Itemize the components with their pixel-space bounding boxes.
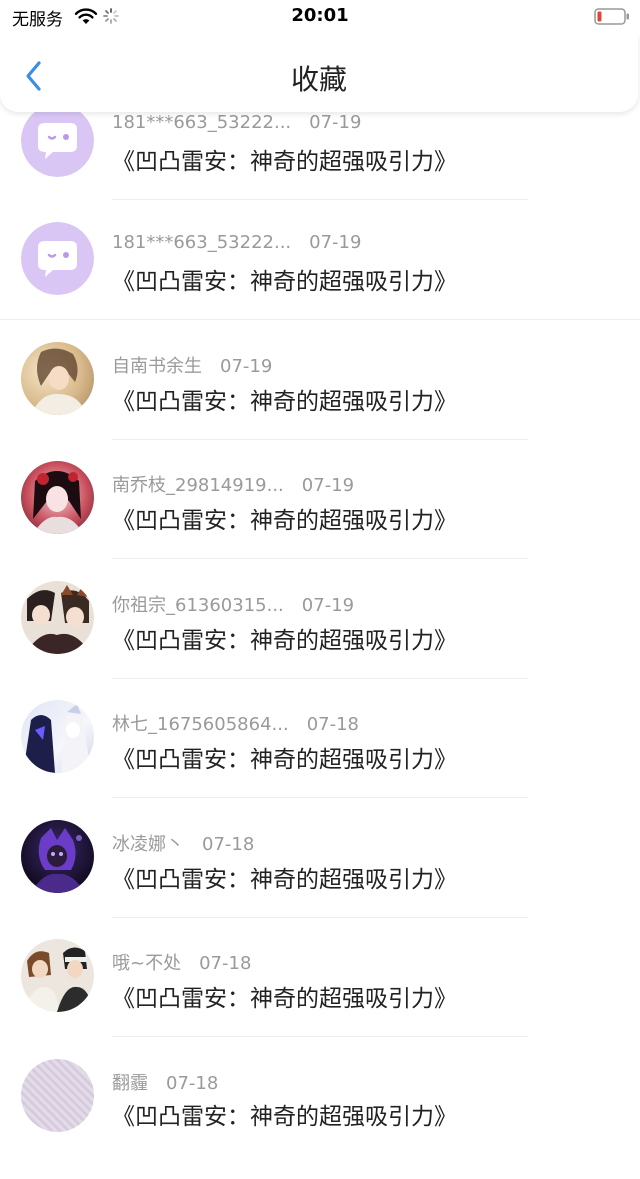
avatar-photo	[23, 947, 93, 1012]
date: 07-19	[309, 232, 362, 253]
default-avatar-icon	[21, 104, 94, 177]
avatar[interactable]	[21, 820, 94, 893]
avatar[interactable]	[21, 939, 94, 1012]
date: 07-19	[309, 112, 362, 133]
favorite-title: 《凹凸雷安：神奇的超强吸引力》	[112, 149, 457, 175]
divider	[112, 439, 528, 440]
date: 07-19	[220, 356, 273, 377]
navigation-bar: 收藏	[0, 34, 638, 112]
avatar[interactable]	[21, 342, 94, 415]
avatar[interactable]	[21, 104, 94, 177]
list-item[interactable]: 你祖宗_61360315... 07-19 《凹凸雷安：神奇的超强吸引力》	[0, 581, 640, 701]
divider	[0, 319, 640, 320]
list-item[interactable]: 林七_1675605864... 07-18 《凹凸雷安：神奇的超强吸引力》	[0, 700, 640, 820]
username: 181***663_53222...	[112, 112, 292, 133]
favorite-title: 《凹凸雷安：神奇的超强吸引力》	[112, 389, 457, 415]
item-meta: 冰凌娜丶 07-18	[112, 830, 254, 856]
divider	[112, 678, 528, 679]
divider	[112, 199, 528, 200]
divider	[112, 558, 528, 559]
list-item[interactable]: 冰凌娜丶 07-18 《凹凸雷安：神奇的超强吸引力》	[0, 820, 640, 940]
item-meta: 南乔枝_29814919... 07-19	[112, 471, 354, 497]
favorite-title: 《凹凸雷安：神奇的超强吸引力》	[112, 628, 457, 654]
list-item[interactable]: 哦~不处 07-18 《凹凸雷安：神奇的超强吸引力》	[0, 939, 640, 1059]
avatar-photo	[33, 471, 83, 534]
favorites-list: 181***663_53222... 07-19 《凹凸雷安：神奇的超强吸引力》 …	[0, 0, 640, 1138]
avatar-photo	[31, 828, 85, 893]
item-meta: 你祖宗_61360315... 07-19	[112, 591, 354, 617]
favorite-title: 《凹凸雷安：神奇的超强吸引力》	[112, 986, 457, 1012]
avatar[interactable]	[21, 700, 94, 773]
avatar[interactable]	[21, 581, 94, 654]
item-meta: 林七_1675605864... 07-18	[112, 710, 359, 736]
favorite-title: 《凹凸雷安：神奇的超强吸引力》	[112, 867, 457, 893]
battery-low-icon	[594, 8, 629, 25]
date: 07-18	[199, 953, 252, 974]
username: 自南书余生	[112, 356, 202, 377]
favorite-title: 《凹凸雷安：神奇的超强吸引力》	[112, 1104, 457, 1130]
item-meta: 哦~不处 07-18	[112, 949, 251, 975]
username: 哦~不处	[112, 953, 182, 974]
date: 07-19	[301, 595, 355, 616]
list-item[interactable]: 翻霾 07-18 《凹凸雷安：神奇的超强吸引力》	[0, 1059, 640, 1179]
divider	[112, 1036, 528, 1037]
date: 07-18	[306, 714, 359, 735]
divider	[112, 797, 528, 798]
username: 林七_1675605864...	[112, 714, 289, 735]
avatar-photo	[31, 348, 87, 415]
date: 07-18	[166, 1073, 219, 1094]
list-item[interactable]: 自南书余生 07-19 《凹凸雷安：神奇的超强吸引力》	[0, 342, 640, 462]
username: 翻霾	[112, 1073, 148, 1094]
username: 冰凌娜丶	[112, 834, 184, 855]
status-time: 20:01	[291, 5, 349, 26]
item-meta: 翻霾 07-18	[112, 1069, 218, 1095]
list-item[interactable]: 南乔枝_29814919... 07-19 《凹凸雷安：神奇的超强吸引力》	[0, 461, 640, 581]
avatar-photo	[23, 704, 91, 773]
username: 181***663_53222...	[112, 232, 292, 253]
list-item[interactable]: 181***663_53222... 07-19 《凹凸雷安：神奇的超强吸引力》	[0, 104, 640, 224]
favorite-title: 《凹凸雷安：神奇的超强吸引力》	[112, 269, 457, 295]
avatar[interactable]	[21, 1059, 94, 1132]
default-avatar-icon	[21, 222, 94, 295]
username: 你祖宗_61360315...	[112, 595, 284, 616]
favorite-title: 《凹凸雷安：神奇的超强吸引力》	[112, 508, 457, 534]
item-meta: 181***663_53222... 07-19	[112, 232, 361, 258]
item-meta: 自南书余生 07-19	[112, 352, 272, 378]
date: 07-19	[301, 475, 355, 496]
avatar[interactable]	[21, 222, 94, 295]
avatar[interactable]	[21, 461, 94, 534]
item-meta: 181***663_53222... 07-19	[112, 112, 361, 138]
avatar-photo	[25, 585, 91, 654]
list-item[interactable]: 181***663_53222... 07-19 《凹凸雷安：神奇的超强吸引力》	[0, 222, 640, 342]
date: 07-18	[202, 834, 255, 855]
status-bar: 无服务 20:01	[0, 0, 640, 34]
username: 南乔枝_29814919...	[112, 475, 284, 496]
favorite-title: 《凹凸雷安：神奇的超强吸引力》	[112, 747, 457, 773]
divider	[112, 917, 528, 918]
page-title: 收藏	[290, 63, 347, 96]
